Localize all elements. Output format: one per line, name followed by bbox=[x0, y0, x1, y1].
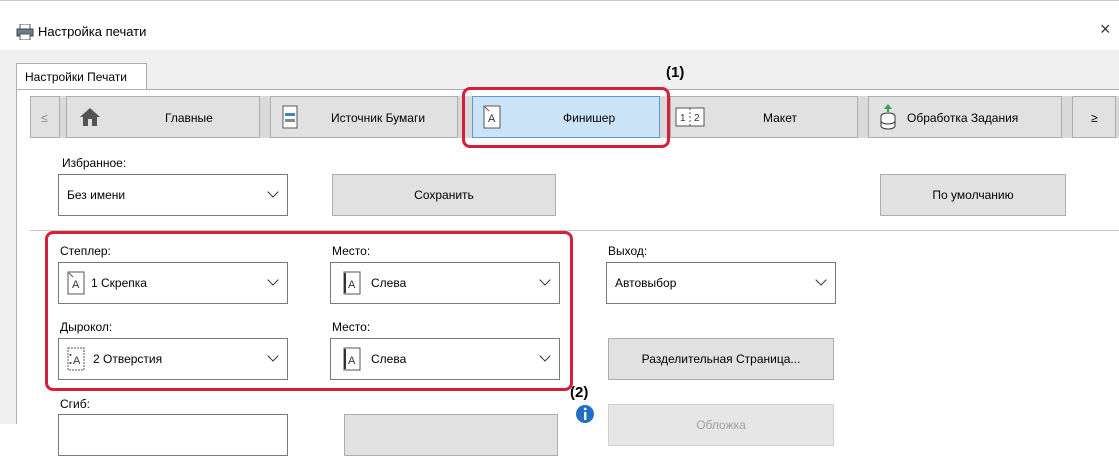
separator-page-button[interactable]: Разделительная Страница... bbox=[608, 338, 834, 380]
layout-icon: 1 2 bbox=[675, 107, 705, 127]
nav-next-label: ≥ bbox=[1091, 111, 1098, 125]
window-title: Настройка печати bbox=[38, 24, 147, 39]
title-bar bbox=[0, 0, 1119, 51]
nav-paper-source-button[interactable]: Источник Бумаги bbox=[270, 96, 458, 138]
default-button[interactable]: По умолчанию bbox=[880, 174, 1066, 216]
nav-prev-button[interactable]: ≤ bbox=[30, 96, 60, 138]
fold-settings-button[interactable] bbox=[344, 414, 558, 456]
paper-tray-icon bbox=[282, 105, 298, 129]
save-button-label: Сохранить bbox=[414, 188, 474, 202]
annotation-1: (1) bbox=[666, 64, 685, 81]
fold-label: Сгиб: bbox=[60, 397, 90, 411]
svg-text:1: 1 bbox=[680, 113, 686, 124]
nav-main-label: Главные bbox=[165, 111, 213, 125]
separator-page-label: Разделительная Страница... bbox=[641, 352, 801, 366]
fold-select[interactable] bbox=[58, 414, 288, 456]
default-button-label: По умолчанию bbox=[932, 188, 1014, 202]
output-value: Автовыбор bbox=[615, 276, 677, 290]
cover-button-label: Обложка bbox=[696, 418, 746, 432]
save-button[interactable]: Сохранить bbox=[332, 174, 556, 216]
favorites-label: Избранное: bbox=[62, 156, 127, 170]
home-icon bbox=[80, 108, 100, 126]
nav-layout-button[interactable]: 1 2 Макет bbox=[670, 96, 858, 138]
svg-text:2: 2 bbox=[694, 113, 700, 124]
favorites-select[interactable]: Без имени bbox=[58, 174, 288, 216]
output-label: Выход: bbox=[608, 244, 648, 258]
annotation-2: (2) bbox=[570, 384, 589, 401]
nav-prev-label: ≤ bbox=[41, 111, 48, 125]
nav-main-button[interactable]: Главные bbox=[66, 96, 260, 138]
nav-paper-source-label: Источник Бумаги bbox=[331, 111, 426, 125]
favorites-value: Без имени bbox=[67, 188, 126, 202]
tab-label: Настройки Печати bbox=[25, 70, 127, 84]
nav-layout-label: Макет bbox=[763, 111, 797, 125]
chevron-down-icon bbox=[267, 186, 279, 198]
highlight-finisher bbox=[462, 87, 670, 148]
printer-icon bbox=[16, 24, 34, 40]
nav-job-handling-button[interactable]: Обработка Задания bbox=[868, 96, 1062, 138]
tab-print-settings[interactable]: Настройки Печати bbox=[16, 63, 147, 90]
close-icon[interactable]: × bbox=[1100, 19, 1111, 40]
nav-next-button[interactable]: ≥ bbox=[1072, 96, 1116, 138]
nav-job-handling-label: Обработка Задания bbox=[907, 111, 1019, 125]
chevron-down-icon bbox=[815, 274, 827, 286]
cover-button[interactable]: Обложка bbox=[608, 404, 834, 446]
output-select[interactable]: Автовыбор bbox=[606, 262, 836, 304]
info-icon[interactable] bbox=[575, 404, 595, 424]
highlight-staple-punch bbox=[45, 231, 573, 391]
job-handling-icon bbox=[880, 104, 896, 130]
